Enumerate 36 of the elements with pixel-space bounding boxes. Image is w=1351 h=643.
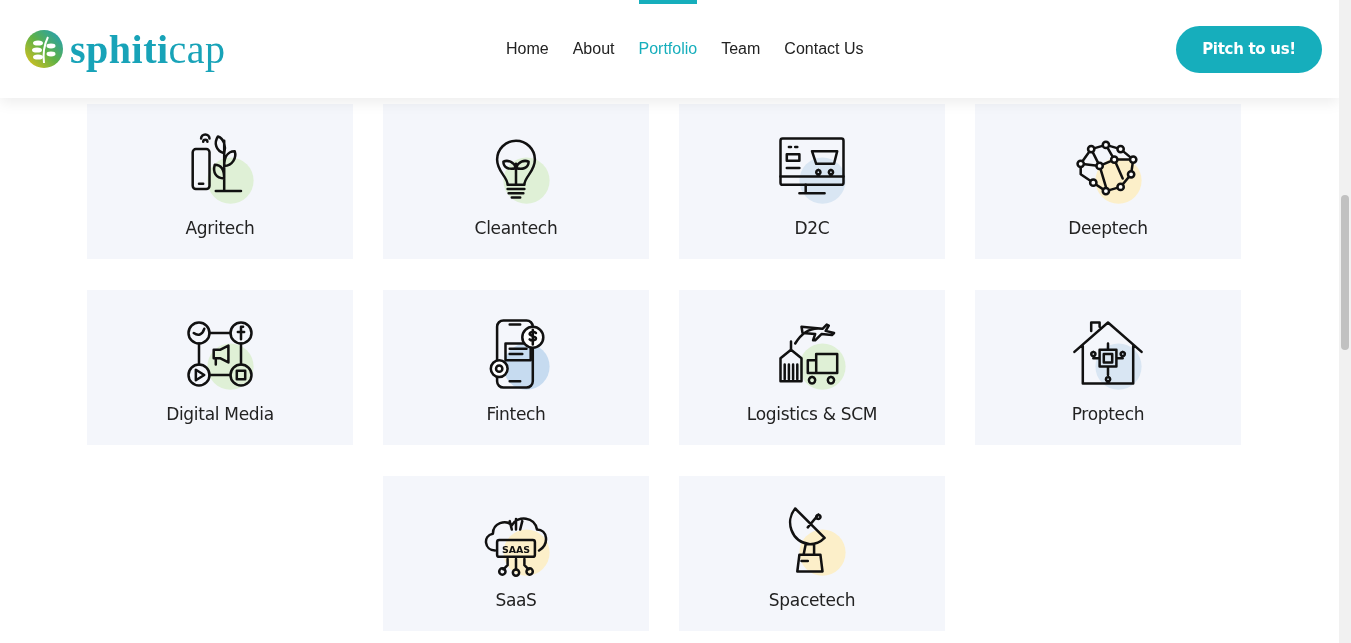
bulb-icon	[495, 139, 537, 199]
social-icon	[187, 321, 253, 387]
sector-card[interactable]: D2C	[679, 104, 945, 259]
nav-link[interactable]: Contact Us	[784, 0, 864, 98]
network-icon	[1076, 140, 1138, 196]
dish-icon	[788, 507, 826, 573]
sector-label: Logistics & SCM	[746, 404, 878, 424]
leaf-logo-icon[interactable]	[24, 29, 64, 69]
sector-label: Agritech	[185, 218, 255, 238]
sector-label: Proptech	[1071, 404, 1145, 424]
sector-card[interactable]: Proptech	[975, 290, 1241, 445]
plant-icon	[191, 133, 243, 193]
sector-label: Deeptech	[1068, 218, 1148, 238]
sector-label: Spacetech	[768, 590, 856, 610]
sector-label: Fintech	[486, 404, 546, 424]
phone-icon	[489, 319, 545, 389]
sector-card[interactable]: Agritech	[87, 104, 353, 259]
nav-link[interactable]: Home	[506, 0, 549, 98]
sector-label: Digital Media	[166, 404, 274, 424]
scrollbar[interactable]	[1339, 0, 1351, 643]
scrollbar-thumb[interactable]	[1341, 195, 1349, 350]
sector-label: D2C	[794, 218, 830, 238]
sector-card[interactable]: Cleantech	[383, 104, 649, 259]
sector-label: SaaS	[495, 590, 537, 610]
logistics-icon	[779, 323, 839, 385]
sector-card[interactable]: Digital Media	[87, 290, 353, 445]
nav-link[interactable]: Team	[721, 0, 761, 98]
nav-link[interactable]: About	[572, 0, 615, 98]
sector-card[interactable]: Spacetech	[679, 476, 945, 631]
monitor-icon	[779, 137, 845, 195]
sector-label: Cleantech	[474, 218, 558, 238]
sector-card[interactable]: Deeptech	[975, 104, 1241, 259]
sector-card[interactable]: Fintech	[383, 290, 649, 445]
sector-card[interactable]: Logistics & SCM	[679, 290, 945, 445]
sector-card[interactable]: SAAS SaaS	[383, 476, 649, 631]
house-icon	[1073, 321, 1143, 385]
